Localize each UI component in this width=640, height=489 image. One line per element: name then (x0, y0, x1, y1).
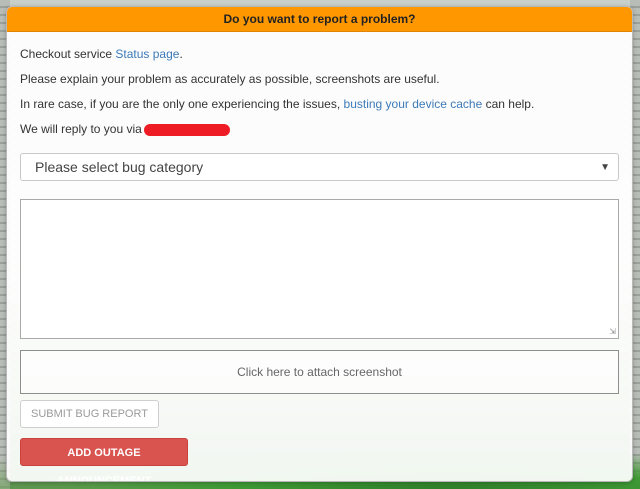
bug-category-value: Please select bug category (35, 159, 204, 175)
bug-category-select[interactable]: Please select bug category ▼ (20, 153, 619, 181)
chevron-down-icon: ▼ (600, 161, 610, 173)
cache-line-prefix: In rare case, if you are the only one ex… (20, 97, 344, 111)
submit-bug-report-button[interactable]: SUBMIT BUG REPORT (20, 400, 159, 428)
add-outage-announcement-button[interactable]: ADD OUTAGE ANNOUNCEMENT (20, 438, 188, 481)
reply-line: We will reply to you via (20, 117, 619, 142)
report-problem-dialog: Do you want to report a problem? Checkou… (6, 6, 633, 482)
cache-line: In rare case, if you are the only one ex… (20, 92, 619, 117)
attach-screenshot-dropzone[interactable]: Click here to attach screenshot (20, 350, 619, 394)
explain-line: Please explain your problem as accuratel… (20, 72, 440, 86)
dialog-body: Checkout service Status page. Please exp… (7, 32, 632, 481)
status-line: Checkout service Status page. (20, 42, 619, 67)
status-page-link[interactable]: Status page (115, 47, 179, 61)
status-line-prefix: Checkout service (20, 47, 116, 61)
problem-description-textarea[interactable]: ⇲ (20, 199, 619, 339)
dialog-title: Do you want to report a problem? (7, 7, 632, 32)
resize-grip-icon[interactable]: ⇲ (609, 328, 616, 336)
redacted-contact (143, 123, 230, 136)
cache-line-suffix: can help. (482, 97, 535, 111)
attach-screenshot-label: Click here to attach screenshot (237, 365, 402, 379)
status-line-suffix: . (179, 47, 183, 61)
reply-line-prefix: We will reply to you via (20, 122, 142, 136)
cache-busting-link[interactable]: busting your device cache (344, 97, 483, 111)
